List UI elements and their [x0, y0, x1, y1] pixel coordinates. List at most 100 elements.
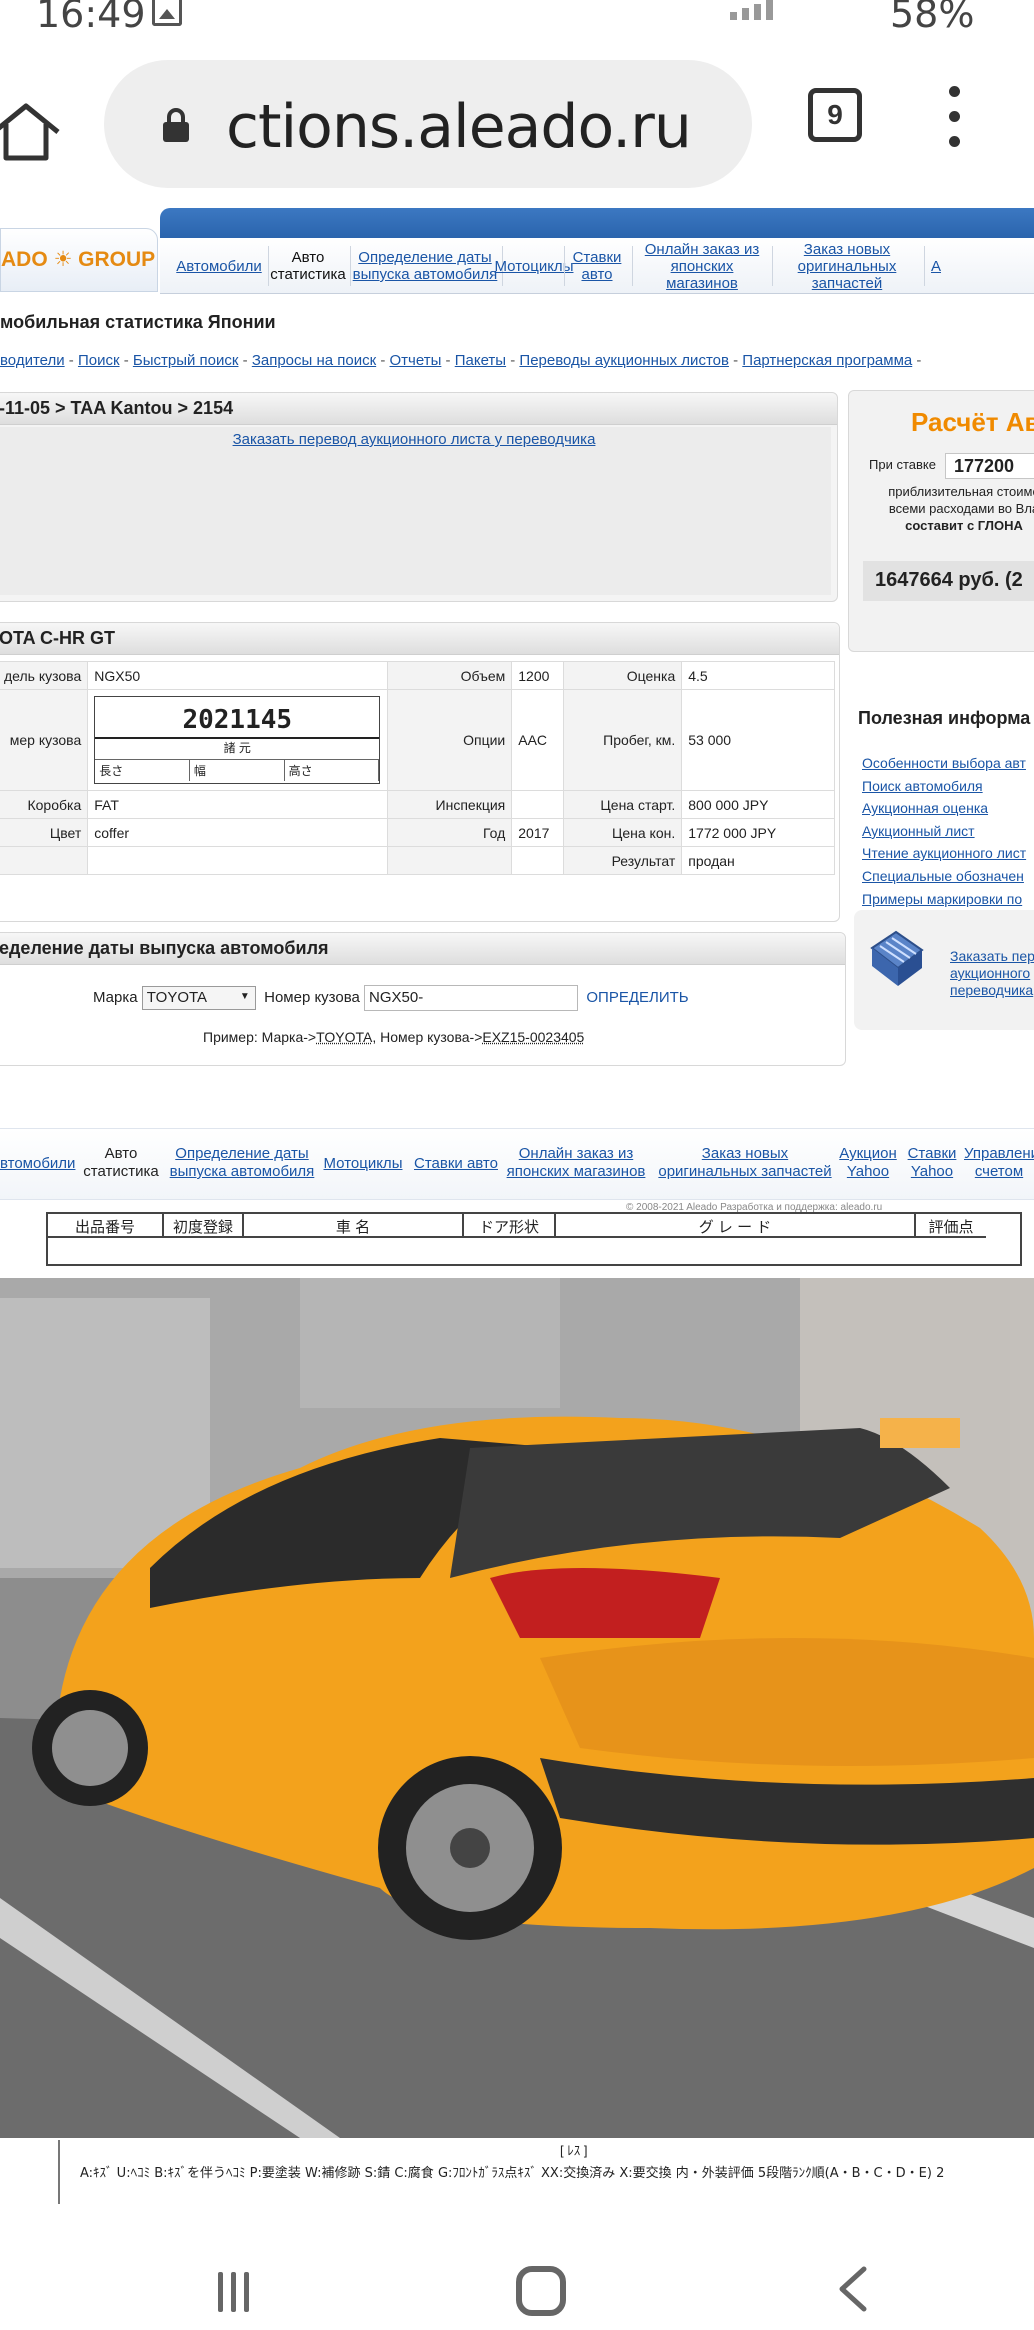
footer-yahoo-auction[interactable]: Аукцион Yahoo	[836, 1145, 900, 1181]
site-top-nav: ADO ☀ GROUP Автомобили Авто статистика О…	[0, 198, 1034, 296]
nav-parts[interactable]: Заказ новых оригинальных запчастей	[772, 238, 922, 294]
calc-desc-line: приблизительная стоимо	[888, 484, 1034, 499]
auction-sheet-legend: [ ﾚｽ ] A:ｷｽﾞ U:ﾍｺﾐ B:ｷｽﾞを伴うﾍｺﾐ P:要塗装 W:補…	[58, 2140, 1034, 2204]
sub-link-reports[interactable]: Отчеты	[390, 352, 442, 369]
spec-label: дель кузова	[0, 661, 89, 690]
info-link[interactable]: Аукционный лист	[862, 820, 1026, 843]
nav-japan-shops[interactable]: Онлайн заказ из японских магазинов	[634, 238, 770, 294]
spec-label: Результат	[563, 846, 683, 875]
example-mid: , Номер кузова->	[372, 1029, 483, 1045]
make-label: Марка	[93, 988, 138, 1006]
body-number-image-cell: 2021145 諸 元 長さ 幅 高さ	[87, 689, 389, 791]
info-link[interactable]: Чтение аукционного лист	[862, 842, 1026, 865]
car-spec-panel: OTA C-HR GT дель кузова NGX50 Объем 1200…	[0, 622, 840, 922]
gallery-notification-icon	[152, 0, 182, 26]
nav-more[interactable]: А	[926, 238, 946, 294]
footer-motorcycles[interactable]: Мотоциклы	[322, 1155, 404, 1173]
sub-link-translations[interactable]: Переводы аукционных листов	[519, 352, 729, 369]
lock-icon	[160, 107, 192, 143]
sub-link-drivers[interactable]: водители	[0, 352, 65, 369]
spec-value: 2017	[511, 818, 565, 847]
nav-release-date[interactable]: Определение даты выпуска автомобиля	[352, 238, 498, 294]
battery-level: 58%	[890, 0, 975, 36]
sheet-cell: 初度登録	[164, 1214, 244, 1238]
sub-link-requests[interactable]: Запросы на поиск	[252, 352, 376, 369]
spec-label: Оценка	[563, 661, 683, 690]
info-link[interactable]: Аукционная оценка	[862, 797, 1026, 820]
footer-release-date[interactable]: Определение даты выпуска автомобиля	[168, 1145, 316, 1181]
sheet-cell: 出品番号	[48, 1214, 164, 1238]
car-title: OTA C-HR GT	[0, 623, 839, 655]
home-button-icon[interactable]	[516, 2266, 566, 2316]
status-bar: 16:49 58%	[0, 0, 1034, 40]
clock: 16:49	[36, 0, 146, 36]
footer-bids[interactable]: Ставки авто	[412, 1155, 500, 1173]
car-photo[interactable]	[0, 1278, 1034, 2138]
sheet-legend-text: A:ｷｽﾞ U:ﾍｺﾐ B:ｷｽﾞを伴うﾍｺﾐ P:要塗装 W:補修跡 S:錆 …	[80, 2166, 945, 2181]
lot-panel: -11-05 > TAA Kantou > 2154 Заказать пере…	[0, 392, 838, 602]
body-number: 2021145	[182, 705, 293, 735]
example-make[interactable]: TOYOTA	[316, 1029, 372, 1045]
spec-value: продан	[681, 846, 835, 875]
dim-length: 長さ	[95, 760, 190, 781]
info-link[interactable]: Специальные обозначен	[862, 865, 1026, 888]
footer-cars[interactable]: втомобили	[0, 1155, 75, 1173]
sub-link-packages[interactable]: Пакеты	[455, 352, 506, 369]
home-icon[interactable]	[0, 102, 60, 162]
spec-label: Инспекция	[387, 790, 513, 819]
footer-parts[interactable]: Заказ новых оригинальных запчастей	[656, 1145, 834, 1181]
auction-sheet-header: 出品番号 初度登録 車 名 ドア形状 グ レ ー ド 評価点	[46, 1212, 1022, 1266]
url-text: ctions.aleado.ru	[226, 92, 692, 162]
logo-text: ADO ☀ GROUP	[1, 248, 156, 271]
make-select[interactable]: TOYOTA	[141, 986, 256, 1010]
nav-cars[interactable]: Автомобили	[174, 238, 264, 294]
tab-switcher-button[interactable]: 9	[808, 88, 862, 142]
footer-account[interactable]: Управлени счетом	[964, 1145, 1034, 1181]
footer-auto-stats[interactable]: Авто статистика	[80, 1145, 162, 1181]
section-title: мобильная статистика Японии	[0, 312, 276, 332]
back-icon[interactable]	[834, 2266, 874, 2312]
nav-motorcycles[interactable]: Мотоциклы	[495, 238, 574, 294]
site-logo[interactable]: ADO ☀ GROUP	[0, 228, 158, 292]
body-number-image: 2021145 諸 元 長さ 幅 高さ	[94, 696, 381, 784]
info-link[interactable]: Особенности выбора авт	[862, 752, 1026, 775]
spec-label: Коробка	[0, 790, 89, 819]
footer-yahoo-bids[interactable]: Ставки Yahoo	[904, 1145, 960, 1181]
order-translation-panel[interactable]: Заказать пер аукционного переводчика	[854, 910, 1034, 1030]
overflow-menu-icon[interactable]	[944, 86, 964, 152]
nav-auto-stats[interactable]: Авто статистика	[270, 238, 346, 294]
sub-link-quick-search[interactable]: Быстрый поиск	[133, 352, 239, 369]
example-text: Пример: Марка->TOYOTA, Номер кузова->EXZ…	[203, 1029, 584, 1045]
sub-nav: водители - Поиск - Быстрый поиск - Запро…	[0, 352, 922, 369]
release-date-header: еделение даты выпуска автомобиля	[0, 933, 845, 965]
order-translation-link[interactable]: Заказать перевод аукционного листа у пер…	[233, 431, 596, 448]
calc-desc-line: всеми расходами во Вла	[888, 501, 1034, 516]
spec-value: 4.5	[681, 661, 835, 690]
sub-link-search[interactable]: Поиск	[78, 352, 120, 369]
sheet-cell: 評価点	[916, 1214, 986, 1238]
sheet-cell: グ レ ー ド	[556, 1214, 916, 1238]
recent-apps-icon[interactable]	[218, 2272, 262, 2312]
spec-value: AAC	[511, 689, 565, 791]
nav-row: Автомобили Авто статистика Определение д…	[160, 238, 1034, 294]
spec-value	[87, 846, 389, 875]
stake-label: При ставке	[869, 457, 936, 472]
spec-label: Цена кон.	[563, 818, 683, 847]
info-link[interactable]: Поиск автомобиля	[862, 775, 1026, 798]
body-number-input[interactable]: NGX50-	[364, 985, 579, 1011]
spec-label: Опции	[387, 689, 513, 791]
dim-height: 高さ	[285, 760, 380, 781]
info-link[interactable]: Примеры маркировки по	[862, 888, 1026, 911]
sub-link-partner[interactable]: Партнерская программа	[742, 352, 912, 369]
address-bar[interactable]: ctions.aleado.ru	[104, 60, 752, 188]
order-translation-text[interactable]: Заказать пер аукционного переводчика	[950, 948, 1034, 999]
footer-japan-shops[interactable]: Онлайн заказ из японских магазинов	[506, 1145, 646, 1181]
stake-input[interactable]: 177200	[945, 453, 1034, 479]
spec-label	[387, 846, 513, 875]
nav-bids[interactable]: Ставки авто	[564, 238, 630, 294]
spec-jp-label: 諸 元	[95, 737, 380, 756]
spec-value: NGX50	[87, 661, 389, 690]
spec-value: 1772 000 JPY	[681, 818, 835, 847]
example-body[interactable]: EXZ15-0023405	[482, 1029, 584, 1045]
determine-button[interactable]: ОПРЕДЕЛИТЬ	[586, 989, 688, 1006]
